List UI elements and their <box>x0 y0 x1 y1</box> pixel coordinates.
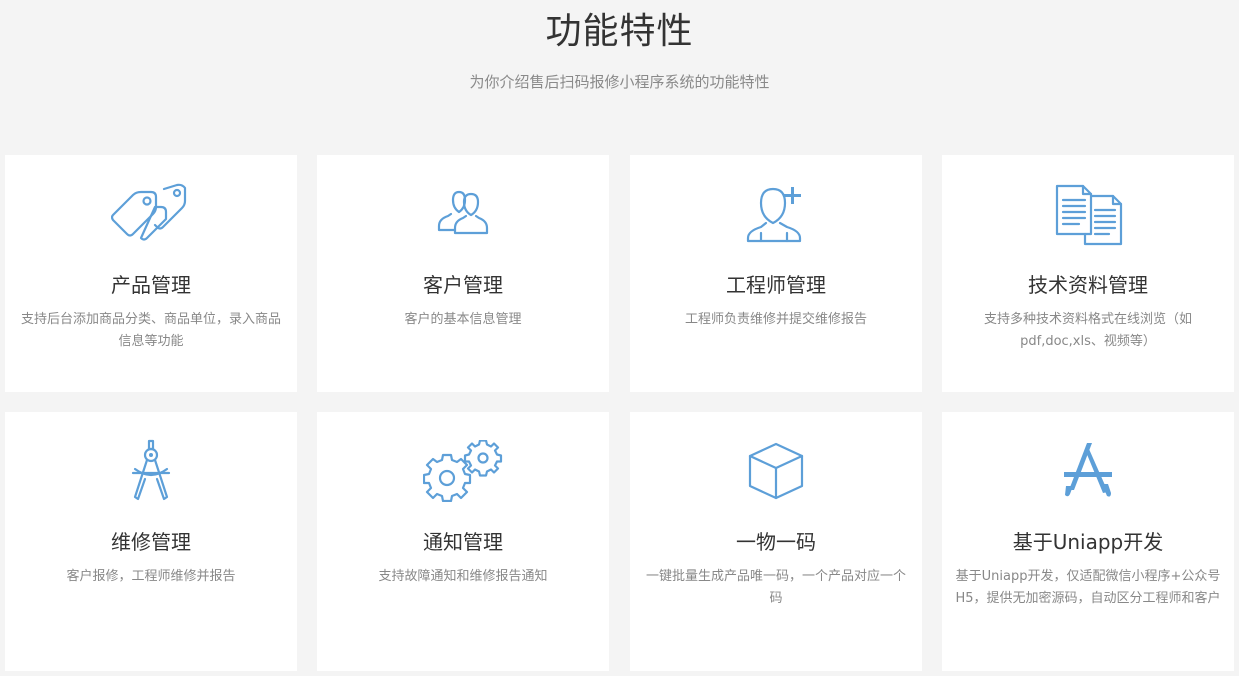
feature-description: 支持故障通知和维修报告通知 <box>378 569 548 584</box>
feature-description: 客户报修，工程师维修并报告 <box>66 569 236 584</box>
feature-title: 技术资料管理 <box>1028 273 1148 297</box>
cube-icon <box>736 438 816 504</box>
feature-card-tech-docs: 技术资料管理 支持多种技术资料格式在线浏览（如pdf,doc,xls、视频等） <box>942 155 1234 392</box>
feature-card-customer: 客户管理 客户的基本信息管理 <box>317 155 609 392</box>
feature-card-engineer: 工程师管理 工程师负责维修并提交维修报告 <box>630 155 922 392</box>
feature-description: 工程师负责维修并提交维修报告 <box>684 312 867 327</box>
feature-title: 基于Uniapp开发 <box>1012 530 1164 554</box>
documents-icon <box>1048 181 1128 247</box>
users-icon <box>423 181 503 247</box>
page-title: 功能特性 <box>545 11 694 52</box>
feature-title: 通知管理 <box>423 530 503 554</box>
feature-description: 支持多种技术资料格式在线浏览（如pdf,doc,xls、视频等） <box>983 312 1192 349</box>
feature-card-repair: 维修管理 客户报修，工程师维修并报告 <box>5 412 297 671</box>
feature-description: 基于Uniapp开发，仅适配微信小程序+公众号H5，提供无加密源码，自动区分工程… <box>955 569 1221 606</box>
feature-card-notification: 通知管理 支持故障通知和维修报告通知 <box>317 412 609 671</box>
app-store-icon <box>1048 438 1128 504</box>
feature-title: 工程师管理 <box>726 273 826 297</box>
gears-icon <box>423 438 503 504</box>
compass-icon <box>111 438 191 504</box>
feature-grid: 产品管理 支持后台添加商品分类、商品单位，录入商品信息等功能 客户管理 客户的基… <box>5 155 1235 671</box>
feature-title: 维修管理 <box>111 530 191 554</box>
feature-description: 客户的基本信息管理 <box>404 312 522 327</box>
feature-title: 客户管理 <box>423 273 503 297</box>
price-tags-icon <box>111 181 191 247</box>
add-user-icon <box>736 181 816 247</box>
feature-card-one-code: 一物一码 一键批量生成产品唯一码，一个产品对应一个码 <box>630 412 922 671</box>
page-subtitle: 为你介绍售后扫码报修小程序系统的功能特性 <box>469 73 770 91</box>
feature-card-uniapp: 基于Uniapp开发 基于Uniapp开发，仅适配微信小程序+公众号H5，提供无… <box>942 412 1234 671</box>
feature-title: 产品管理 <box>111 273 191 297</box>
feature-title: 一物一码 <box>736 530 816 554</box>
feature-card-product: 产品管理 支持后台添加商品分类、商品单位，录入商品信息等功能 <box>5 155 297 392</box>
feature-description: 一键批量生成产品唯一码，一个产品对应一个码 <box>645 569 906 606</box>
feature-description: 支持后台添加商品分类、商品单位，录入商品信息等功能 <box>20 312 281 349</box>
